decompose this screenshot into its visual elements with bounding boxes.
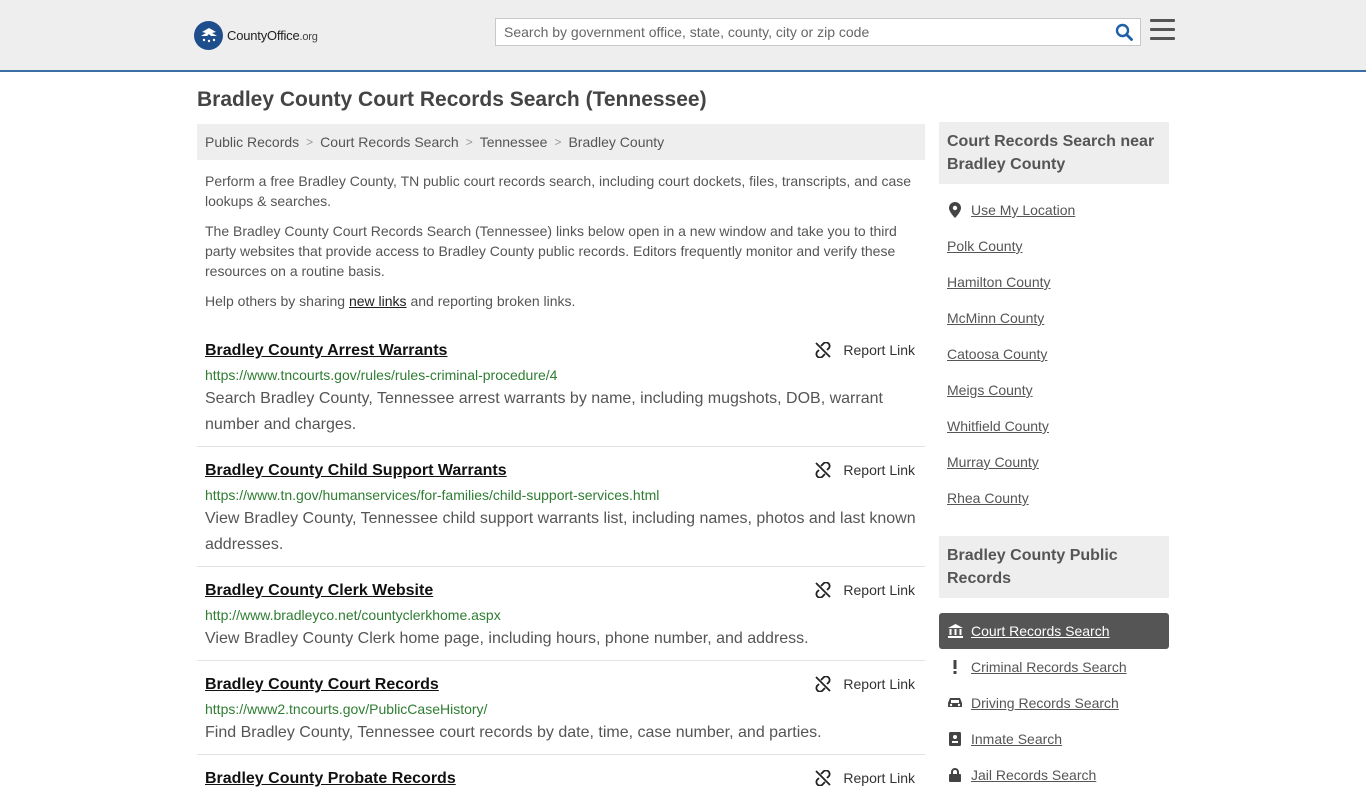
record-description: Find Bradley County, Tennessee court rec… [205,724,822,741]
court-records-search-link[interactable]: Court Records Search [971,623,1110,639]
record-item: Bradley County Probate Records Report Li… [197,755,925,789]
use-location-item: Use My Location [947,192,1169,228]
record-item: Bradley County Court Records Report Link… [197,661,925,755]
nearby-county-link[interactable]: McMinn County [947,310,1044,326]
nearby-county-item: Rhea County [947,480,1169,516]
record-url[interactable]: https://www2.tncourts.gov/PublicCaseHist… [205,700,917,718]
nearby-list: Use My Location Polk County Hamilton Cou… [939,192,1169,516]
record-url[interactable]: https://www.tn.gov/humanservices/for-fam… [205,486,917,504]
nearby-county-link[interactable]: Polk County [947,238,1022,254]
breadcrumb-public-records[interactable]: Public Records [205,134,299,150]
breadcrumb-separator: > [306,135,314,149]
report-link-label: Report Link [843,342,915,358]
breadcrumb-separator: > [465,135,473,149]
public-record-item-jail-records[interactable]: Jail Records Search [939,757,1169,793]
report-link-button[interactable]: Report Link [815,462,915,478]
car-icon [947,697,963,709]
inmate-search-link[interactable]: Inmate Search [971,731,1062,747]
broken-link-icon [815,582,832,598]
use-my-location-link[interactable]: Use My Location [971,202,1075,218]
search-icon [1115,23,1133,41]
nearby-county-item: Meigs County [947,372,1169,408]
new-links-link[interactable]: new links [349,293,407,309]
record-url[interactable]: http://www.bradleyco.net/countyclerkhome… [205,606,917,624]
intro-text: Perform a free Bradley County, TN public… [197,171,925,311]
logo-text: CountyOffice [227,27,300,43]
nearby-county-link[interactable]: Murray County [947,454,1039,470]
nearby-county-link[interactable]: Hamilton County [947,274,1051,290]
breadcrumb-court-records-search[interactable]: Court Records Search [320,134,459,150]
record-title-link[interactable]: Bradley County Probate Records [205,755,917,789]
public-records-heading: Bradley County Public Records [939,536,1169,598]
search-input[interactable] [496,19,1108,45]
public-record-item-court-records[interactable]: Court Records Search [939,613,1169,649]
search-button[interactable] [1108,19,1140,45]
breadcrumb-separator: > [554,135,562,149]
nearby-county-link[interactable]: Whitfield County [947,418,1049,434]
eagle-logo-icon [194,20,223,50]
record-title-link[interactable]: Bradley County Court Records [205,661,917,695]
record-description: View Bradley County Clerk home page, inc… [205,630,809,647]
nearby-county-item: Whitfield County [947,408,1169,444]
public-record-item-inmate-search[interactable]: Inmate Search [939,721,1169,757]
site-header: CountyOffice.org [0,0,1366,72]
sidebar: Court Records Search near Bradley County… [939,122,1169,793]
lock-icon [947,768,963,782]
public-record-item-driving-records[interactable]: Driving Records Search [939,685,1169,721]
report-link-button[interactable]: Report Link [815,342,915,358]
nearby-county-item: McMinn County [947,300,1169,336]
report-link-label: Report Link [843,462,915,478]
report-link-label: Report Link [843,582,915,598]
record-title-link[interactable]: Bradley County Clerk Website [205,567,917,601]
intro-paragraph-3: Help others by sharing new links and rep… [205,293,576,309]
logo-suffix: .org [299,30,318,43]
broken-link-icon [815,676,832,692]
courthouse-icon [947,624,963,638]
main-content: Public Records > Court Records Search > … [197,124,925,789]
report-link-button[interactable]: Report Link [815,770,915,786]
nearby-county-item: Hamilton County [947,264,1169,300]
nearby-county-item: Catoosa County [947,336,1169,372]
nearby-county-item: Murray County [947,444,1169,480]
nearby-county-link[interactable]: Catoosa County [947,346,1047,362]
record-description: View Bradley County, Tennessee child sup… [205,510,916,553]
public-records-list: Court Records Search Criminal Records Se… [939,613,1169,793]
exclamation-icon [947,660,963,674]
record-url[interactable]: https://www.tncourts.gov/rules/rules-cri… [205,366,917,384]
broken-link-icon [815,342,832,358]
record-item: Bradley County Clerk Website Report Link… [197,567,925,661]
report-link-button[interactable]: Report Link [815,676,915,692]
broken-link-icon [815,770,832,786]
nearby-heading: Court Records Search near Bradley County [939,122,1169,184]
record-item: Bradley County Arrest Warrants Report Li… [197,327,925,447]
intro-paragraph-1: Perform a free Bradley County, TN public… [205,173,912,209]
breadcrumb: Public Records > Court Records Search > … [197,124,925,160]
public-record-item-criminal-records[interactable]: Criminal Records Search [939,649,1169,685]
intro-paragraph-2: The Bradley County Court Records Search … [205,223,897,279]
page-title: Bradley County Court Records Search (Ten… [197,88,707,111]
report-link-label: Report Link [843,676,915,692]
record-description: Search Bradley County, Tennessee arrest … [205,390,883,433]
site-logo[interactable]: CountyOffice.org [194,20,318,50]
criminal-records-search-link[interactable]: Criminal Records Search [971,659,1127,675]
report-link-label: Report Link [843,770,915,786]
id-badge-icon [947,732,963,746]
report-link-button[interactable]: Report Link [815,582,915,598]
driving-records-search-link[interactable]: Driving Records Search [971,695,1119,711]
records-list: Bradley County Arrest Warrants Report Li… [197,327,925,789]
record-title-link[interactable]: Bradley County Arrest Warrants [205,327,917,361]
record-item: Bradley County Child Support Warrants Re… [197,447,925,567]
nearby-county-item: Polk County [947,228,1169,264]
map-marker-icon [947,202,963,218]
nearby-county-link[interactable]: Meigs County [947,382,1033,398]
broken-link-icon [815,462,832,478]
search-bar [495,18,1141,46]
hamburger-menu-icon[interactable] [1150,19,1175,41]
record-title-link[interactable]: Bradley County Child Support Warrants [205,447,917,481]
jail-records-search-link[interactable]: Jail Records Search [971,767,1096,783]
nearby-county-link[interactable]: Rhea County [947,490,1029,506]
breadcrumb-bradley-county[interactable]: Bradley County [568,134,664,150]
breadcrumb-tennessee[interactable]: Tennessee [480,134,548,150]
